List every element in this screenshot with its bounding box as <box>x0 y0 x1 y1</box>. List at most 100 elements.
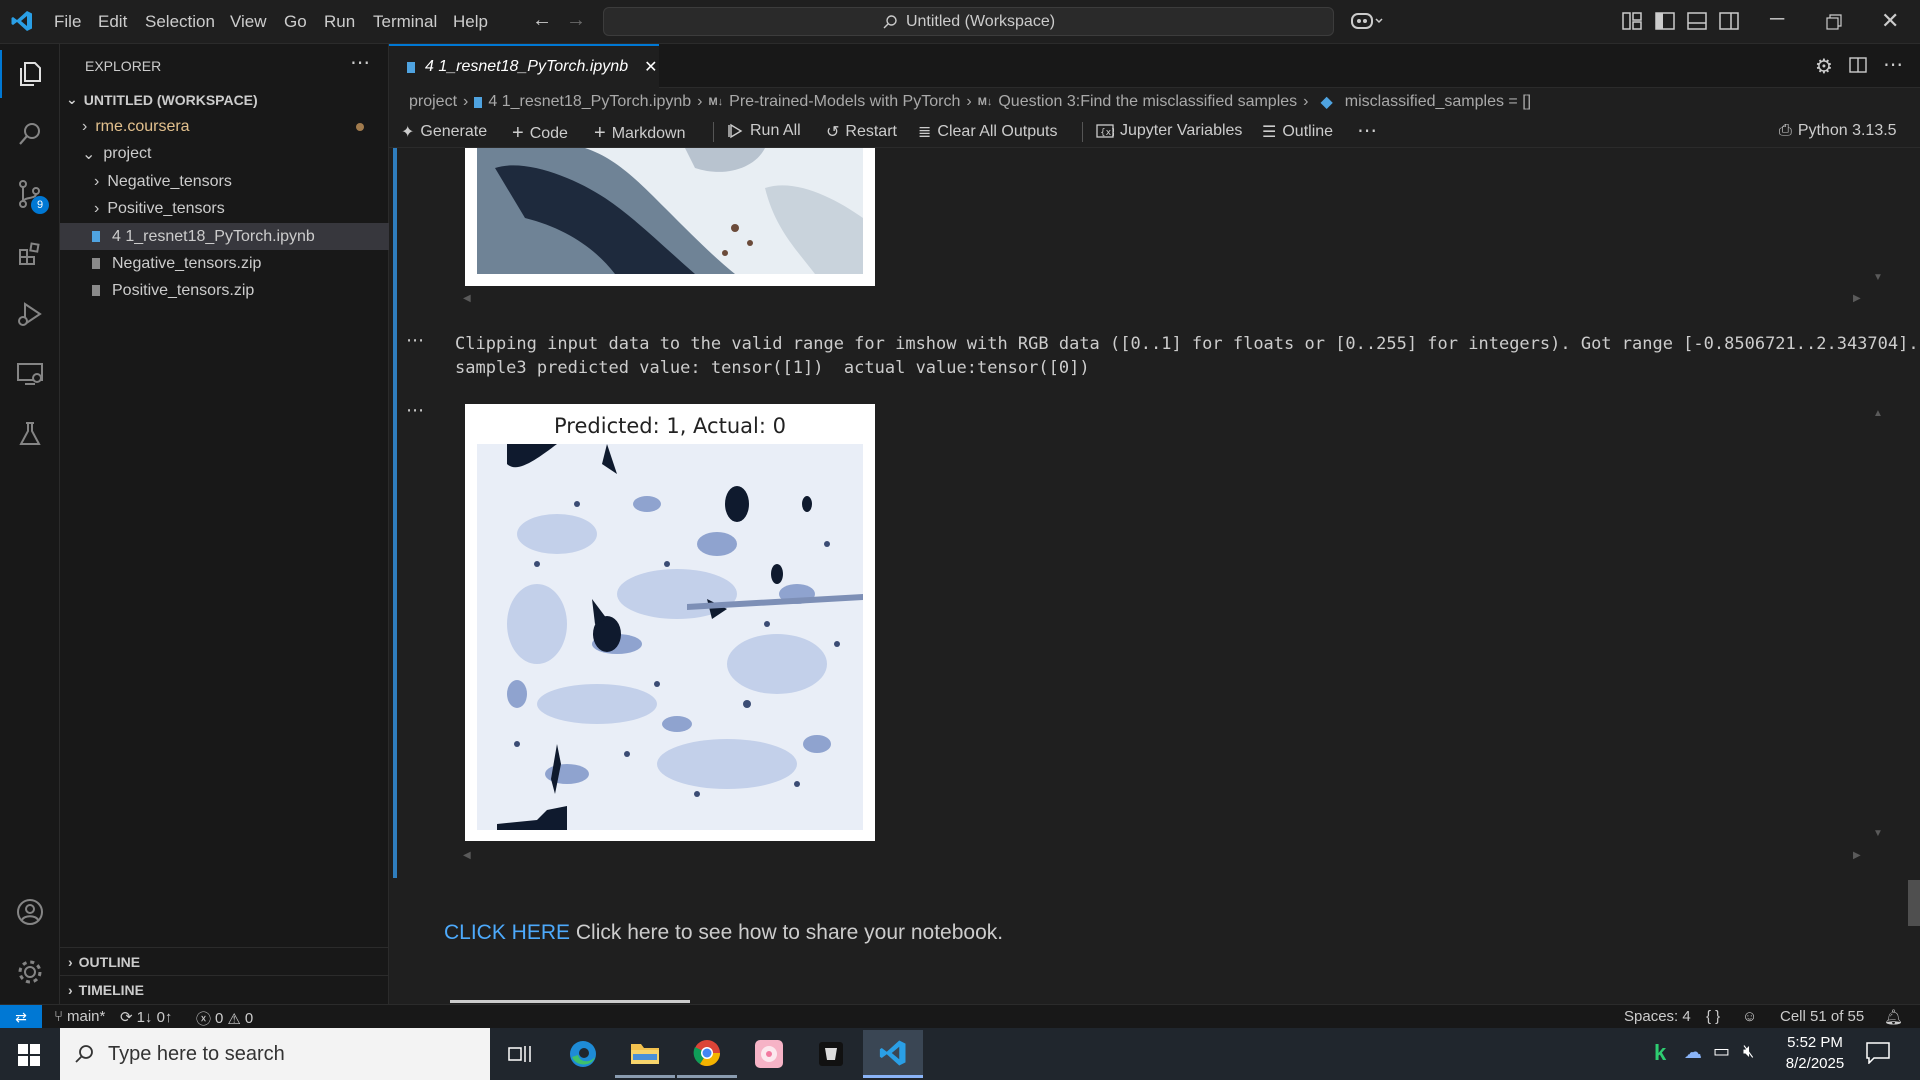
breadcrumb-item[interactable]: Question 3:Find the misclassified sample… <box>998 93 1297 111</box>
task-view-icon[interactable] <box>490 1030 550 1078</box>
sync-status[interactable]: ⟳ 1↓ 0↑ <box>120 1008 173 1027</box>
back-arrow-icon[interactable]: ← <box>532 9 552 32</box>
toggle-secondary-sidebar-icon[interactable] <box>1719 12 1739 35</box>
copilot-icon[interactable] <box>1350 10 1386 37</box>
vscode-taskbar-icon[interactable] <box>863 1030 923 1078</box>
scroll-up-icon[interactable]: ▲ <box>1873 408 1883 419</box>
branch-status[interactable]: ⑂ main* <box>54 1008 105 1025</box>
kernel-picker[interactable]: ⎙ Python 3.13.5 <box>1779 122 1897 140</box>
tree-item-negative-tensors[interactable]: › Negative_tensors <box>60 168 389 195</box>
command-center[interactable]: Untitled (Workspace) <box>603 7 1334 36</box>
scroll-right-icon[interactable]: ▶ <box>1853 293 1861 304</box>
vertical-scrollbar-thumb[interactable] <box>1908 880 1920 926</box>
more-actions-icon[interactable]: ⋯ <box>350 50 370 75</box>
outline-panel-header[interactable]: › OUTLINE <box>60 947 389 975</box>
tab-notebook[interactable]: 4 1_resnet18_PyTorch.ipynb ✕ <box>389 44 659 88</box>
menu-help[interactable]: Help <box>453 12 488 32</box>
scroll-down-icon[interactable]: ▼ <box>1873 828 1883 839</box>
outline-button[interactable]: ☰ Outline <box>1262 122 1333 142</box>
jupyter-variables-button[interactable]: {x} Jupyter Variables <box>1096 122 1242 140</box>
volume-muted-icon[interactable]: 🔇︎ <box>1743 1041 1754 1062</box>
onedrive-icon[interactable]: ☁ <box>1684 1042 1702 1063</box>
menu-view[interactable]: View <box>230 12 267 32</box>
tree-item-rme-coursera[interactable]: › rme.coursera <box>60 113 389 140</box>
tree-item-negative-zip[interactable]: Negative_tensors.zip <box>60 250 389 277</box>
menu-edit[interactable]: Edit <box>98 12 127 32</box>
tree-item-positive-zip[interactable]: Positive_tensors.zip <box>60 277 389 304</box>
breadcrumb-item[interactable]: project <box>409 93 457 111</box>
cell-position-status[interactable]: Cell 51 of 55 <box>1780 1008 1864 1025</box>
output-more-icon[interactable]: ⋯ <box>406 330 424 351</box>
output-more-icon[interactable]: ⋯ <box>406 400 424 421</box>
breadcrumb-item[interactable]: misclassified_samples = [] <box>1345 93 1531 111</box>
close-window-icon[interactable]: ✕ <box>1881 8 1899 34</box>
menu-selection[interactable]: Selection <box>145 12 215 32</box>
customize-layout-icon[interactable] <box>1622 12 1642 35</box>
chevron-right-icon: › <box>68 953 73 970</box>
title-bar: File Edit Selection View Go Run Terminal… <box>0 0 1920 44</box>
scroll-left-icon[interactable]: ◀ <box>463 850 471 861</box>
file-explorer-icon[interactable] <box>615 1030 675 1078</box>
chrome-icon[interactable] <box>677 1030 737 1078</box>
accounts-icon[interactable] <box>0 887 60 937</box>
menu-file[interactable]: File <box>54 12 81 32</box>
clear-outputs-button[interactable]: ≣ Clear All Outputs <box>918 122 1057 142</box>
edge-icon[interactable] <box>553 1030 613 1078</box>
remote-explorer-icon[interactable] <box>0 349 60 399</box>
manage-gear-icon[interactable] <box>0 947 60 997</box>
search-placeholder: Type here to search <box>108 1042 285 1065</box>
problems-status[interactable]: ⓧ 0 ⚠ 0 <box>196 1008 253 1029</box>
scroll-left-icon[interactable]: ◀ <box>463 293 471 304</box>
source-control-icon[interactable]: 9 <box>0 169 60 219</box>
run-all-button[interactable]: Run All <box>728 122 801 140</box>
windows-start-icon[interactable] <box>18 1044 40 1071</box>
testing-icon[interactable] <box>0 409 60 459</box>
indentation-status[interactable]: Spaces: 4 <box>1624 1008 1691 1025</box>
run-debug-icon[interactable] <box>0 289 60 339</box>
tray-app-icon[interactable]: k <box>1654 1040 1666 1066</box>
breadcrumb-item[interactable]: Pre-trained-Models with PyTorch <box>729 93 960 111</box>
taskbar-clock[interactable]: 5:52 PM 8/2/2025 <box>1770 1032 1860 1074</box>
tab-label: 4 1_resnet18_PyTorch.ipynb <box>425 58 629 75</box>
timeline-panel-header[interactable]: › TIMELINE <box>60 975 389 1003</box>
split-editor-icon[interactable] <box>1849 57 1867 78</box>
menu-go[interactable]: Go <box>284 12 307 32</box>
extensions-icon[interactable] <box>0 229 60 279</box>
generate-button[interactable]: ✦ Generate <box>401 122 487 142</box>
menu-terminal[interactable]: Terminal <box>373 12 437 32</box>
restart-button[interactable]: ↺ Restart <box>826 122 897 142</box>
click-here-link[interactable]: CLICK HERE <box>444 921 570 944</box>
generate-label: Generate <box>420 123 488 140</box>
photos-app-icon[interactable] <box>739 1030 799 1078</box>
braces-icon[interactable]: { } <box>1706 1008 1720 1025</box>
toggle-panel-icon[interactable] <box>1687 12 1707 35</box>
terminal-app-icon[interactable] <box>801 1030 861 1078</box>
copilot-status-icon[interactable]: ☺ <box>1742 1008 1757 1025</box>
tree-item-project[interactable]: ⌄ project <box>60 140 389 167</box>
settings-gear-icon[interactable]: ⚙ <box>1815 54 1833 79</box>
add-code-button[interactable]: + Code <box>512 122 568 145</box>
breadcrumb-item[interactable]: 4 1_resnet18_PyTorch.ipynb <box>488 93 691 111</box>
search-icon[interactable] <box>0 109 60 159</box>
tree-item-notebook[interactable]: 4 1_resnet18_PyTorch.ipynb <box>60 223 389 250</box>
menu-run[interactable]: Run <box>324 12 355 32</box>
toggle-primary-sidebar-icon[interactable] <box>1655 12 1675 35</box>
workspace-header[interactable]: ⌄ UNTITLED (WORKSPACE) <box>60 86 389 113</box>
tree-item-positive-tensors[interactable]: › Positive_tensors <box>60 195 389 222</box>
scroll-down-icon[interactable]: ▼ <box>1873 272 1883 283</box>
network-icon[interactable]: ▭ <box>1713 1041 1730 1062</box>
restore-icon[interactable] <box>1826 14 1842 35</box>
taskbar-search-box[interactable]: Type here to search <box>60 1028 490 1080</box>
remote-indicator-icon[interactable]: ⇄ <box>0 1005 42 1029</box>
scroll-right-icon[interactable]: ▶ <box>1853 850 1861 861</box>
explorer-icon[interactable] <box>0 49 60 99</box>
close-tab-icon[interactable]: ✕ <box>644 57 657 77</box>
notification-center-icon[interactable] <box>1866 1042 1890 1069</box>
minimize-icon[interactable]: ─ <box>1770 8 1784 31</box>
add-markdown-button[interactable]: + Markdown <box>594 122 686 145</box>
more-toolbar-icon[interactable]: ⋯ <box>1357 118 1377 143</box>
sync-label: 1↓ 0↑ <box>136 1008 173 1026</box>
notifications-bell-icon[interactable]: 🔔︎ <box>1884 1008 1903 1026</box>
more-actions-icon[interactable]: ⋯ <box>1883 52 1903 77</box>
forward-arrow-icon[interactable]: → <box>566 9 586 32</box>
